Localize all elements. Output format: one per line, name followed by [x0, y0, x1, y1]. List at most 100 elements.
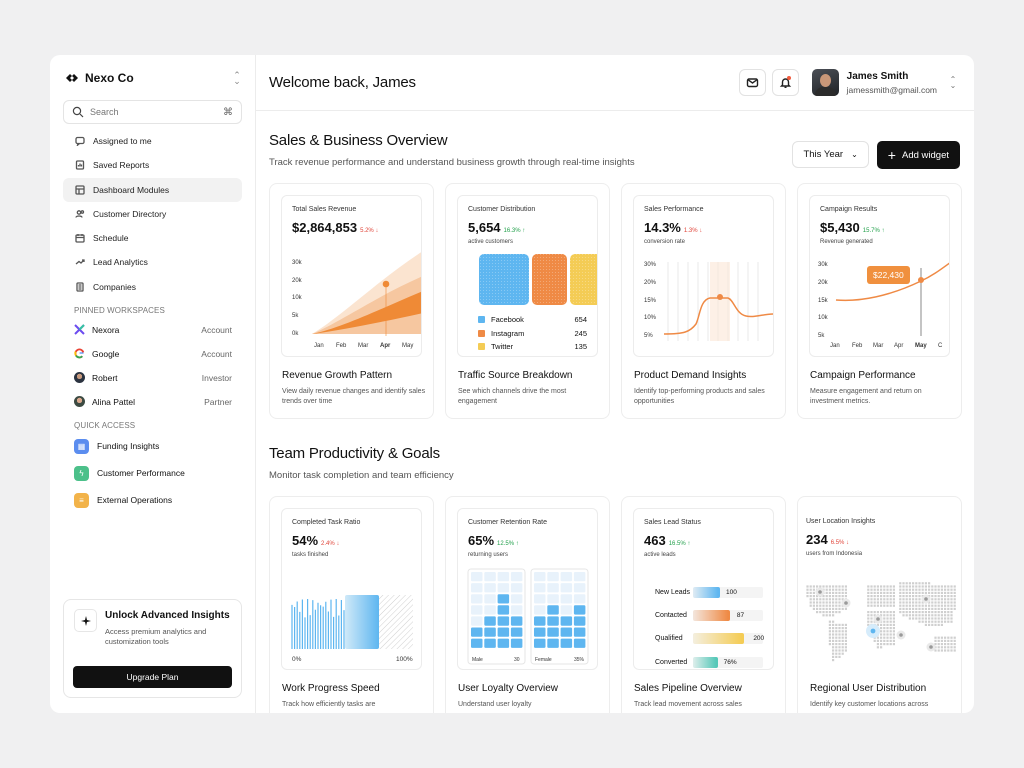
retention-cell — [510, 605, 523, 615]
chevron-updown-icon[interactable]: ⌃ ⌄ — [949, 75, 957, 89]
map-dot — [940, 611, 943, 614]
workspace-nexora[interactable]: Nexora Account — [63, 318, 242, 342]
card-revenue-growth[interactable]: Total Sales Revenue $2,864,853 5.2% ↓ 30k… — [269, 183, 434, 419]
map-dot — [928, 604, 931, 607]
map-dot — [921, 617, 924, 620]
map-dot — [835, 598, 838, 601]
workspace-google[interactable]: Google Account — [63, 342, 242, 366]
map-dot — [889, 620, 892, 623]
calendar-icon — [75, 234, 85, 243]
map-dot — [880, 636, 883, 639]
map-dot — [828, 620, 831, 623]
nav-item-customer-directory[interactable]: Customer Directory — [63, 202, 242, 226]
brand[interactable]: Nexo Co ⌃ ⌄ — [63, 55, 242, 100]
map-dot — [822, 601, 825, 604]
map-dot — [825, 611, 828, 614]
map-dot — [899, 595, 902, 598]
map-dot — [950, 585, 953, 588]
search-input[interactable] — [90, 107, 223, 117]
map-dot — [889, 643, 892, 646]
quick-access-external-operations[interactable]: ≡ External Operations — [63, 487, 242, 514]
card-campaign-performance[interactable]: Campaign Results $5,430 15.7% ↑ Revenue g… — [797, 183, 962, 419]
map-hotspot — [899, 633, 903, 637]
nav-item-dashboard-modules[interactable]: Dashboard Modules — [63, 177, 242, 202]
map-dot — [934, 636, 937, 639]
map-hotspot — [876, 617, 880, 621]
nav-item-companies[interactable]: Companies — [63, 275, 242, 299]
retention-cell — [547, 594, 559, 604]
quick-access-funding-insights[interactable]: ▦ Funding Insights — [63, 433, 242, 460]
map-dot — [947, 614, 950, 617]
retention-cell — [534, 638, 546, 648]
map-dot — [953, 595, 956, 598]
map-dot — [912, 617, 915, 620]
map-dot — [835, 630, 838, 633]
workspace-robert[interactable]: Robert Investor — [63, 366, 242, 390]
ytick: 20k — [292, 278, 303, 284]
map-dot — [902, 582, 905, 585]
chevron-updown-icon[interactable]: ⌃ ⌄ — [232, 70, 242, 85]
card-work-progress[interactable]: Completed Task Ratio 54% 2.4% ↓ tasks fin… — [269, 496, 434, 713]
upgrade-plan-button[interactable]: Upgrade Plan — [73, 666, 232, 688]
retention-cell — [484, 583, 496, 593]
map-dot — [835, 607, 838, 610]
legend-twitter: Twitter 135 — [478, 340, 587, 354]
map-dot — [812, 595, 815, 598]
map-dot — [832, 633, 835, 636]
bolt-icon: ϟ — [74, 465, 89, 481]
map-dot — [921, 620, 924, 623]
map-dot — [902, 601, 905, 604]
map-dot — [912, 598, 915, 601]
map-dot — [876, 591, 879, 594]
map-dot — [835, 633, 838, 636]
map-dot — [828, 598, 831, 601]
card-product-demand[interactable]: Sales Performance 14.3% 1.3% ↓ conversion… — [621, 183, 786, 419]
map-dot — [835, 646, 838, 649]
period-select[interactable]: This Year ⌄ — [792, 141, 869, 168]
map-dot — [937, 620, 940, 623]
user-avatar[interactable] — [811, 69, 839, 96]
map-dot — [870, 611, 873, 614]
map-dot — [908, 611, 911, 614]
search-box[interactable]: ⌘ — [63, 100, 242, 124]
card-title: Revenue Growth Pattern — [282, 370, 393, 381]
map-dot — [819, 604, 822, 607]
nav-item-schedule[interactable]: Schedule — [63, 226, 242, 250]
map-dot — [937, 595, 940, 598]
nav-item-lead-analytics[interactable]: Lead Analytics — [63, 250, 242, 274]
map-dot — [832, 623, 835, 626]
map-dot — [886, 623, 889, 626]
map-dot — [825, 588, 828, 591]
retention-cell — [497, 616, 510, 626]
card-traffic-source[interactable]: Customer Distribution 5,654 16.3% ↑ activ… — [445, 183, 610, 419]
nav-item-label: Saved Reports — [93, 160, 150, 171]
card-sales-pipeline[interactable]: Sales Lead Status 463 16.5% ↑ active lead… — [621, 496, 786, 713]
map-dot — [924, 585, 927, 588]
map-dot — [908, 614, 911, 617]
map-dot — [912, 582, 915, 585]
mail-button[interactable] — [738, 69, 766, 96]
map-dot — [902, 611, 905, 614]
nav-item-saved-reports[interactable]: Saved Reports — [63, 153, 242, 177]
ytick: 5% — [644, 333, 653, 339]
nav-item-assigned[interactable]: Assigned to me — [63, 129, 242, 153]
map-dot — [950, 614, 953, 617]
quick-access-customer-performance[interactable]: ϟ Customer Performance — [63, 460, 242, 487]
map-dot — [832, 601, 835, 604]
user-info[interactable]: James Smith jamessmith@gmail.com — [847, 71, 937, 95]
card-user-loyalty[interactable]: Customer Retention Rate 65% 12.5% ↑ retur… — [445, 496, 610, 713]
map-dot — [931, 601, 934, 604]
card-regional-distribution[interactable]: User Location Insights 234 6.5% ↓ users f… — [797, 496, 962, 713]
map-dot — [940, 598, 943, 601]
notifications-button[interactable] — [771, 69, 799, 96]
map-dot — [908, 598, 911, 601]
retention-cell — [547, 616, 559, 626]
add-widget-button[interactable]: + Add widget — [876, 141, 960, 169]
map-dot — [828, 595, 831, 598]
workspace-alina-pattel[interactable]: Alina Pattel Partner — [63, 390, 242, 414]
y-ticks: 30% 20% 15% 10% 5% — [644, 262, 657, 339]
map-dot — [838, 598, 841, 601]
map-dot — [918, 591, 921, 594]
map-dot — [940, 623, 943, 626]
map-dot — [841, 630, 844, 633]
